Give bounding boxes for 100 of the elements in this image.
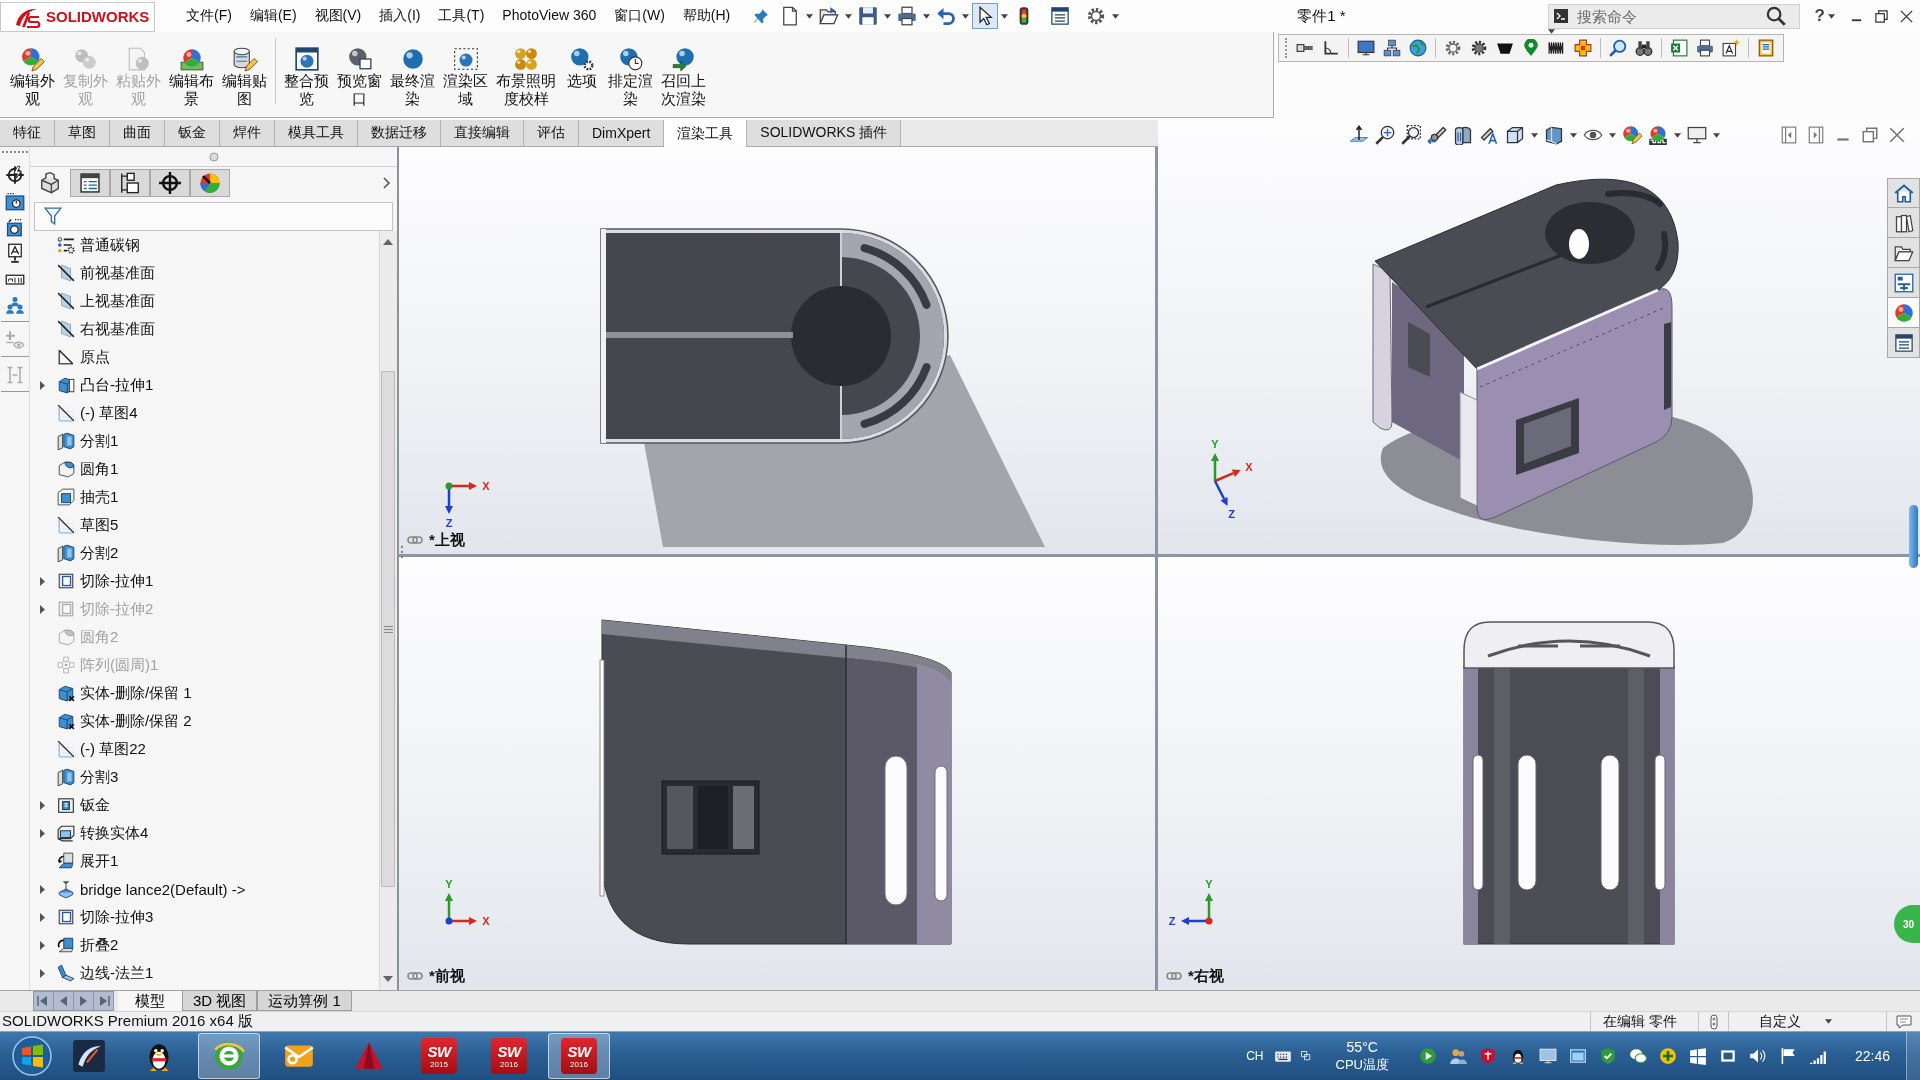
search-icon[interactable] <box>1765 5 1786 26</box>
color-ball-pencil-icon[interactable] <box>1622 125 1642 145</box>
tree-item[interactable]: 分割3 <box>57 765 121 789</box>
speech-bubble-icon[interactable] <box>1895 1013 1912 1030</box>
panel-tab[interactable] <box>150 169 190 197</box>
close-icon[interactable] <box>1899 8 1914 24</box>
annotation-view-icon[interactable] <box>1479 125 1499 145</box>
dial-box-icon[interactable] <box>4 217 25 237</box>
start-orb-icon[interactable] <box>12 1036 52 1076</box>
cross-block-icon[interactable] <box>1574 39 1592 57</box>
caret-icon[interactable] <box>923 13 931 19</box>
chain-link-icon[interactable] <box>407 535 423 545</box>
caret-icon[interactable] <box>1112 13 1120 19</box>
menu-item[interactable]: 插入(I) <box>370 4 430 28</box>
tree-item[interactable]: 展开1 <box>57 849 121 873</box>
sheet-tab[interactable]: 3D 视图 <box>182 991 258 1011</box>
taskbar-button[interactable]: SW 2016 <box>478 1033 540 1079</box>
ime-settings-icon[interactable] <box>1299 1050 1312 1062</box>
tree-item[interactable]: 边线-法兰1 <box>57 961 156 985</box>
ribbon-tab[interactable]: 数据迁移 <box>358 120 441 146</box>
task-pane-tab[interactable] <box>1887 238 1920 268</box>
units-selector[interactable]: 自定义 <box>1759 1012 1801 1031</box>
command-button[interactable]: 预览窗口 <box>333 44 386 108</box>
tree-item[interactable]: 抽壳1 <box>57 485 121 509</box>
play-circle-icon[interactable] <box>1418 1047 1437 1065</box>
windows-logo-icon[interactable] <box>1688 1047 1707 1065</box>
scroll-up-arrow-icon[interactable] <box>383 239 393 245</box>
tree-item[interactable]: 折叠2 <box>57 933 121 957</box>
clock-time[interactable]: 22:46 <box>1854 1048 1890 1064</box>
tree-item[interactable]: 草图5 <box>57 513 121 537</box>
command-button[interactable]: 选项 <box>560 44 604 108</box>
expand-arrow-icon[interactable] <box>38 604 46 614</box>
grip-handle-icon[interactable] <box>208 151 219 162</box>
plane-arrow-icon[interactable] <box>1349 125 1369 145</box>
caret-icon[interactable] <box>1828 13 1835 19</box>
expand-arrow-icon[interactable] <box>38 576 46 586</box>
ribbon-tab[interactable]: 钣金 <box>165 120 220 146</box>
scrollbar-thumb[interactable] <box>381 371 395 887</box>
command-button[interactable]: 召回上次渲染 <box>657 44 710 108</box>
plus-circle-icon[interactable] <box>1658 1047 1677 1065</box>
monitor-icon[interactable] <box>1687 125 1707 145</box>
ribbon-tab[interactable]: 草图 <box>55 120 110 146</box>
tree-item[interactable]: 钣金 <box>57 793 112 817</box>
expand-arrow-icon[interactable] <box>38 940 46 950</box>
menu-item[interactable]: 文件(F) <box>177 4 241 28</box>
ribbon-tab[interactable]: 特征 <box>0 120 55 146</box>
tree-item[interactable]: 原点 <box>57 345 112 369</box>
tree-item[interactable]: 切除-拉伸1 <box>57 569 156 593</box>
chevron-right-icon[interactable] <box>383 177 391 189</box>
command-button[interactable]: 整合预览 <box>280 44 333 108</box>
command-button[interactable]: 布景照明度校样 <box>492 44 560 108</box>
ribbon-tab[interactable]: 焊件 <box>220 120 275 146</box>
expand-arrow-icon[interactable] <box>38 800 46 810</box>
last-page-icon[interactable] <box>94 992 113 1010</box>
tree-item[interactable]: 分割2 <box>57 541 121 565</box>
expand-arrow-icon[interactable] <box>38 884 46 894</box>
text-sparkle-icon[interactable] <box>1722 39 1740 57</box>
next-page-icon[interactable] <box>74 992 93 1010</box>
angle-icon[interactable] <box>1322 39 1340 57</box>
monitor-icon[interactable] <box>1357 39 1375 57</box>
caret-icon[interactable] <box>1609 132 1616 138</box>
restore-icon[interactable] <box>1874 8 1889 24</box>
caret-icon[interactable] <box>962 13 970 19</box>
gear-icon[interactable] <box>1444 39 1462 57</box>
zoom-area-icon[interactable] <box>1401 125 1421 145</box>
scrollbar[interactable] <box>379 231 397 990</box>
pin-icon[interactable] <box>753 8 770 24</box>
scroll-down-arrow-icon[interactable] <box>383 976 393 982</box>
tree-item[interactable]: 上视基准面 <box>57 289 157 313</box>
zoom-fit-icon[interactable] <box>1375 125 1395 145</box>
tile-left-icon[interactable] <box>1780 126 1798 144</box>
menu-item[interactable]: 编辑(E) <box>240 4 306 28</box>
tree-item[interactable]: (-) 草图22 <box>57 737 148 761</box>
task-pane-tab[interactable] <box>1887 178 1920 208</box>
printer-icon[interactable] <box>1696 39 1714 57</box>
caret-icon[interactable] <box>1531 132 1538 138</box>
chat-bubbles-icon[interactable] <box>1628 1047 1647 1065</box>
cog-icon[interactable] <box>1470 39 1488 57</box>
device-icon[interactable] <box>1718 1047 1737 1065</box>
menu-item[interactable]: 视图(V) <box>305 4 371 28</box>
caret-icon[interactable] <box>1570 132 1577 138</box>
search-field[interactable]: 搜索命令 <box>1547 3 1800 29</box>
cube-icon[interactable] <box>1505 125 1525 145</box>
task-pane-tab[interactable] <box>1887 298 1920 328</box>
tile-right-icon[interactable] <box>1807 126 1825 144</box>
network-icon[interactable] <box>1383 39 1401 57</box>
task-pane-tab[interactable] <box>1887 328 1920 358</box>
command-button[interactable]: 编辑贴图 <box>218 44 271 108</box>
expand-arrow-icon[interactable] <box>38 912 46 922</box>
monitor-icon[interactable] <box>1538 1047 1557 1065</box>
binoculars-icon[interactable] <box>1635 39 1653 57</box>
splitter-grip-icon[interactable] <box>400 545 404 559</box>
sheet-tab[interactable]: 运动算例 1 <box>257 991 352 1011</box>
tree-item[interactable]: (-) 草图4 <box>57 401 140 425</box>
globe-icon[interactable] <box>1409 39 1427 57</box>
shield-icon[interactable] <box>1478 1047 1497 1065</box>
first-page-icon[interactable] <box>34 992 53 1010</box>
tree-item[interactable]: 圆角1 <box>57 457 121 481</box>
tree-item[interactable]: 分割1 <box>57 429 121 453</box>
people-icon[interactable] <box>1448 1047 1467 1065</box>
